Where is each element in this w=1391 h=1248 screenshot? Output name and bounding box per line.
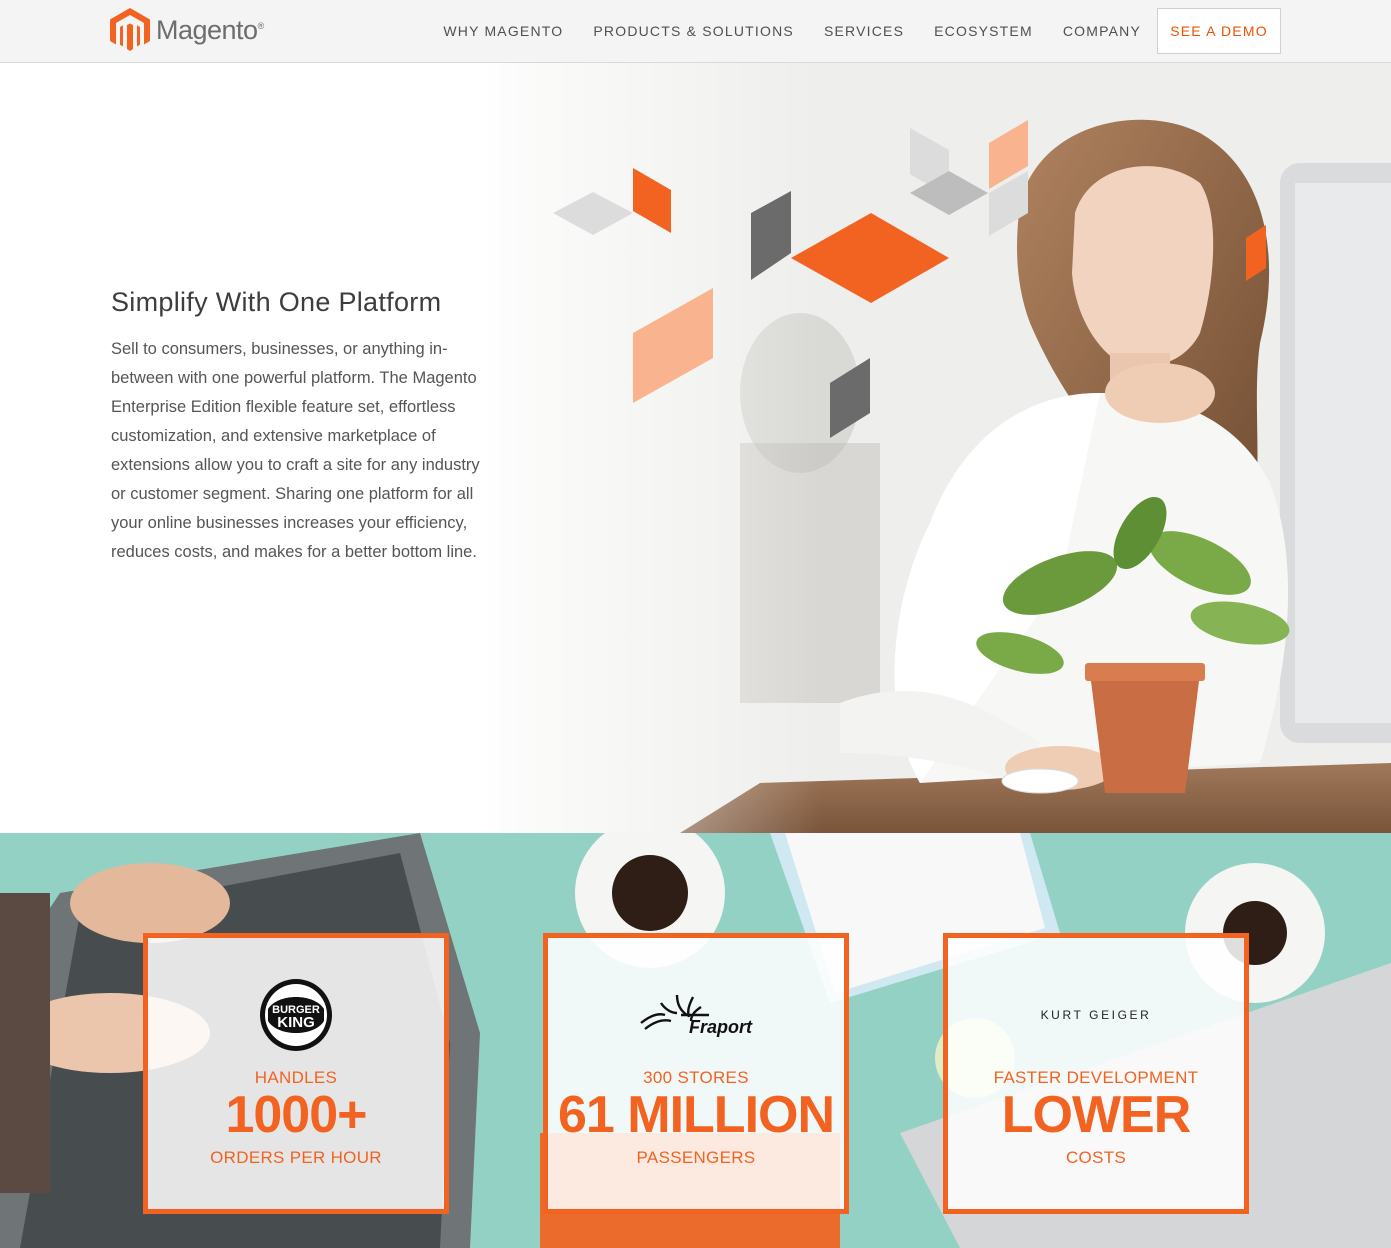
stat-card-label-top: FASTER DEVELOPMENT <box>993 1068 1199 1087</box>
stat-card-label-top: 300 STORES <box>643 1068 749 1087</box>
burger-king-logo-icon: BURGER KING <box>260 979 332 1051</box>
nav-ecosystem[interactable]: ECOSYSTEM <box>934 23 1033 39</box>
stat-card-figure: 1000+ <box>225 1086 367 1144</box>
kurt-geiger-wordmark: KURT GEIGER <box>1040 1008 1152 1022</box>
hero-section: Simplify With One Platform Sell to consu… <box>0 63 1391 833</box>
magento-logo-icon <box>110 8 150 51</box>
nav-why-magento[interactable]: WHY MAGENTO <box>443 23 563 39</box>
stat-card-burger-king: BURGER KING HANDLES 1000+ ORDERS PER HOU… <box>143 933 449 1214</box>
stat-card-kurt-geiger: KURT GEIGER FASTER DEVELOPMENT LOWER COS… <box>943 933 1249 1214</box>
stat-card-label-bottom: COSTS <box>1065 1148 1127 1167</box>
magento-logo[interactable]: Magento® <box>110 8 264 52</box>
see-a-demo-button[interactable]: SEE A DEMO <box>1157 8 1281 54</box>
logo-wordmark: Magento® <box>156 14 264 45</box>
kurt-geiger-logo: KURT GEIGER <box>948 970 1244 1060</box>
stat-card-label-top: HANDLES <box>254 1068 338 1087</box>
hero-title: Simplify With One Platform <box>111 287 442 317</box>
nav-products-solutions[interactable]: PRODUCTS & SOLUTIONS <box>593 23 794 39</box>
stat-card-label-bottom: ORDERS PER HOUR <box>210 1148 382 1167</box>
hero-description: Sell to consumers, businesses, or anythi… <box>111 340 480 561</box>
fraport-logo-icon: Fraport <box>640 994 753 1037</box>
decorative-geometric-shapes <box>553 120 1266 438</box>
nav-company[interactable]: COMPANY <box>1063 23 1141 39</box>
fraport-logo: Fraport <box>548 970 844 1060</box>
main-nav: WHY MAGENTO PRODUCTS & SOLUTIONS SERVICE… <box>443 8 1281 54</box>
svg-text:Fraport: Fraport <box>689 1017 753 1037</box>
nav-services[interactable]: SERVICES <box>824 23 904 39</box>
stat-card-label-bottom: PASSENGERS <box>636 1148 756 1167</box>
stat-card-figure: 61 MILLION <box>557 1086 835 1144</box>
stat-card-fraport: Fraport 300 STORES 61 MILLION PASSENGERS <box>543 933 849 1214</box>
stats-section: BURGER KING HANDLES 1000+ ORDERS PER HOU… <box>0 833 1391 1248</box>
site-header: Magento® WHY MAGENTO PRODUCTS & SOLUTION… <box>0 0 1391 63</box>
stat-card-figure: LOWER <box>1001 1086 1192 1144</box>
burger-king-logo: BURGER KING <box>148 970 444 1060</box>
svg-text:KING: KING <box>277 1014 315 1031</box>
